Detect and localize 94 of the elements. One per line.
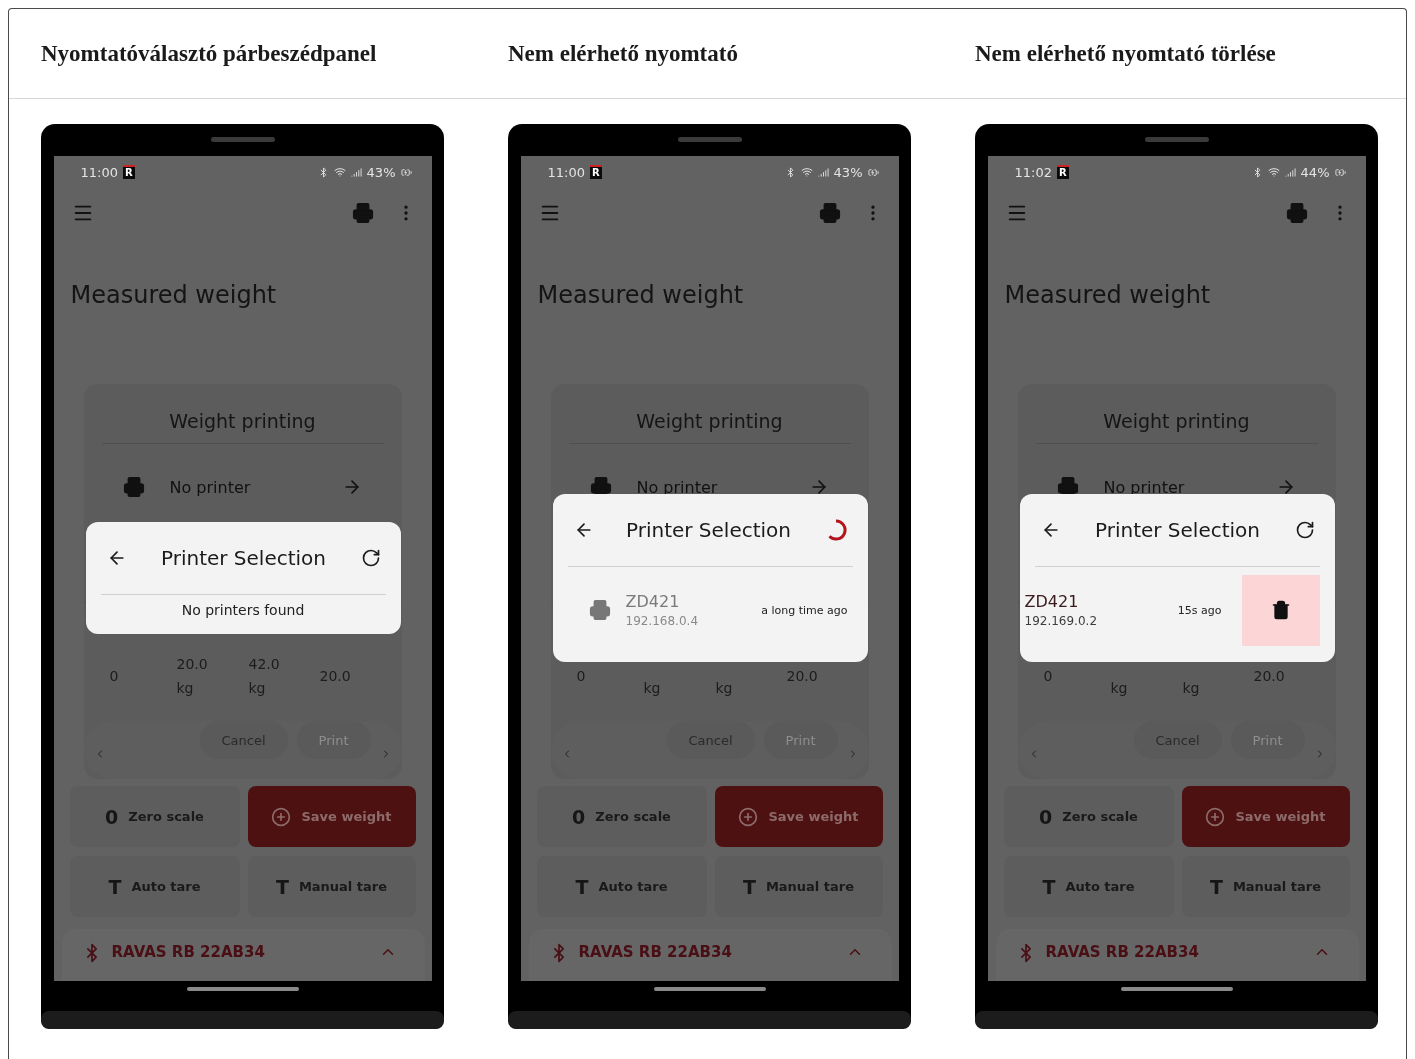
- column-heading: Nem elérhető nyomtató törlése: [943, 9, 1406, 99]
- refresh-icon[interactable]: [1294, 519, 1315, 540]
- action-button[interactable]: T Auto tare: [1003, 856, 1174, 917]
- weight-value: 0: [1043, 667, 1054, 686]
- weight-value: 20.0: [319, 667, 352, 686]
- action-icon: T: [108, 875, 122, 898]
- dialog-title: Printer Selection: [624, 517, 793, 542]
- battery-icon: [1334, 166, 1346, 178]
- action-button[interactable]: Save weight: [1181, 786, 1350, 847]
- trash-icon: [1270, 600, 1291, 620]
- column-heading: Nem elérhető nyomtató: [476, 9, 943, 99]
- action-button[interactable]: T Manual tare: [247, 856, 416, 917]
- last-seen: 15s ago: [1177, 603, 1222, 617]
- battery-level: 44%: [1300, 164, 1330, 180]
- app-badge-icon: R: [122, 165, 135, 179]
- action-button[interactable]: 0 Zero scale: [69, 786, 240, 847]
- weight-value: 0: [576, 667, 587, 686]
- weight-value: 0: [109, 667, 120, 686]
- device-bar[interactable]: RAVAS RB 22AB34: [528, 929, 892, 981]
- signal-icon: [1284, 166, 1296, 178]
- refresh-icon[interactable]: [360, 547, 381, 568]
- app-badge-icon: R: [1056, 165, 1069, 179]
- weight-value: 42.0 kg: [248, 655, 281, 698]
- action-button[interactable]: 0 Zero scale: [1003, 786, 1174, 847]
- page-title: Measured weight: [537, 280, 745, 310]
- speaker-grille: [210, 137, 275, 142]
- plus-icon: [738, 806, 759, 827]
- printer-icon[interactable]: [818, 202, 841, 224]
- action-icon: T: [575, 875, 589, 898]
- app-badge-icon: R: [589, 165, 602, 179]
- action-icon: 0: [572, 805, 586, 828]
- printer-icon: [122, 476, 145, 498]
- weight-value: kg: [715, 679, 734, 698]
- weight-value: kg: [1182, 679, 1201, 698]
- device-bar[interactable]: RAVAS RB 22AB34: [61, 929, 425, 981]
- battery-level: 43%: [833, 164, 863, 180]
- printer-icon[interactable]: [351, 202, 374, 224]
- weight-value: kg: [643, 679, 662, 698]
- action-button[interactable]: 0 Zero scale: [536, 786, 707, 847]
- wifi-icon: [800, 166, 813, 178]
- status-time: 11:02: [1014, 164, 1052, 180]
- printer-icon[interactable]: [1285, 202, 1308, 224]
- speaker-grille: [677, 137, 742, 142]
- wifi-icon: [1267, 166, 1280, 178]
- action-icon: 0: [1039, 805, 1053, 828]
- speaker-grille: [1144, 137, 1209, 142]
- wifi-icon: [333, 166, 346, 178]
- battery-icon: [867, 166, 879, 178]
- printer-icon: [588, 599, 611, 621]
- battery-icon: [400, 166, 412, 178]
- action-icon: T: [1209, 875, 1223, 898]
- weight-value: kg: [1110, 679, 1129, 698]
- card-title: Weight printing: [635, 409, 784, 434]
- plus-icon: [1205, 806, 1226, 827]
- delete-button[interactable]: [1241, 574, 1320, 646]
- printer-address: 192.169.0.2: [1024, 614, 1099, 628]
- weight-value: 20.0: [1253, 667, 1286, 686]
- printer-label: No printer: [169, 477, 252, 497]
- page-title: Measured weight: [1004, 280, 1212, 310]
- device-name: RAVAS RB 22AB34: [111, 943, 265, 961]
- battery-level: 43%: [366, 164, 396, 180]
- empty-message: No printers found: [180, 601, 306, 618]
- action-icon: T: [275, 875, 289, 898]
- dialog-title: Printer Selection: [1093, 517, 1262, 542]
- printer-name[interactable]: ZD421: [1024, 592, 1178, 611]
- printer-address: 192.168.0.4: [625, 614, 700, 628]
- column-heading: Nyomtatóválasztó párbeszédpanel: [9, 9, 476, 99]
- status-time: 11:00: [547, 164, 585, 180]
- action-button[interactable]: Save weight: [247, 786, 416, 847]
- card-title: Weight printing: [1102, 409, 1251, 434]
- card-title: Weight printing: [168, 409, 317, 434]
- action-button[interactable]: Save weight: [714, 786, 883, 847]
- action-button[interactable]: T Manual tare: [714, 856, 883, 917]
- last-seen: a long time ago: [761, 603, 848, 617]
- status-time: 11:00: [80, 164, 118, 180]
- printer-label: No printer: [1103, 477, 1186, 497]
- weight-value: 20.0: [786, 667, 819, 686]
- device-bar[interactable]: RAVAS RB 22AB34: [995, 929, 1359, 981]
- action-icon: 0: [105, 805, 119, 828]
- dialog-title: Printer Selection: [159, 545, 328, 570]
- printer-name[interactable]: ZD421: [625, 592, 762, 611]
- device-name: RAVAS RB 22AB34: [578, 943, 732, 961]
- plus-icon: [271, 806, 292, 827]
- device-name: RAVAS RB 22AB34: [1045, 943, 1199, 961]
- page-title: Measured weight: [70, 280, 278, 310]
- signal-icon: [817, 166, 829, 178]
- weight-value: 20.0 kg: [176, 655, 209, 698]
- printer-label: No printer: [636, 477, 719, 497]
- action-button[interactable]: T Manual tare: [1181, 856, 1350, 917]
- action-icon: T: [742, 875, 756, 898]
- action-icon: T: [1042, 875, 1056, 898]
- signal-icon: [350, 166, 362, 178]
- action-button[interactable]: T Auto tare: [536, 856, 707, 917]
- action-button[interactable]: T Auto tare: [69, 856, 240, 917]
